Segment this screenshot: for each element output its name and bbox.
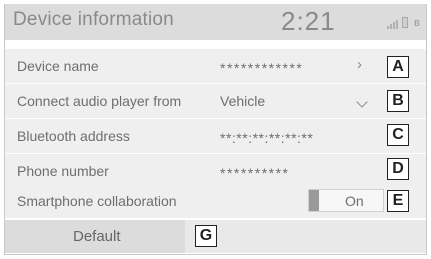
toggle-state-text: On xyxy=(345,193,364,209)
battery-icon xyxy=(402,17,408,28)
status-icons: ʙ xyxy=(387,15,425,31)
device-name-row[interactable]: Device name ************ › xyxy=(5,49,426,83)
phone-number-row: Phone number ********** xyxy=(5,154,426,188)
phone-number-value: ********** xyxy=(220,165,290,181)
chevron-right-icon: › xyxy=(357,56,362,73)
header-bar: Device information 2:21 ʙ xyxy=(5,4,426,40)
callout-d: D xyxy=(387,158,409,180)
bluetooth-address-label: Bluetooth address xyxy=(17,128,130,144)
smartphone-collaboration-toggle[interactable]: On xyxy=(308,189,384,212)
phone-number-label: Phone number xyxy=(17,163,109,179)
bluetooth-icon: ʙ xyxy=(414,17,420,29)
page-title: Device information xyxy=(13,9,174,30)
callout-e: E xyxy=(387,190,409,212)
smartphone-collaboration-row: Smartphone collaboration On xyxy=(5,184,426,218)
connect-audio-label: Connect audio player from xyxy=(17,93,182,109)
toggle-knob xyxy=(309,190,319,211)
connect-audio-value: Vehicle xyxy=(220,93,266,109)
default-button-label: Default xyxy=(73,228,121,245)
device-name-label: Device name xyxy=(17,58,99,74)
callout-c: C xyxy=(387,124,409,146)
bluetooth-address-row: Bluetooth address **:**:**:**:**:** xyxy=(5,119,426,153)
callout-b: B xyxy=(387,90,409,112)
connect-audio-row[interactable]: Connect audio player from Vehicle xyxy=(5,84,426,118)
screen: Device information 2:21 ʙ Device name **… xyxy=(0,0,431,259)
smartphone-collaboration-label: Smartphone collaboration xyxy=(17,193,177,209)
bluetooth-address-value: **:**:**:**:**:** xyxy=(220,130,314,146)
callout-a: A xyxy=(387,56,409,78)
chevron-down-icon xyxy=(356,96,368,108)
clock: 2:21 xyxy=(281,6,336,36)
device-name-value: ************ xyxy=(220,60,304,76)
callout-g: G xyxy=(195,225,217,247)
default-button[interactable]: Default xyxy=(5,220,185,253)
